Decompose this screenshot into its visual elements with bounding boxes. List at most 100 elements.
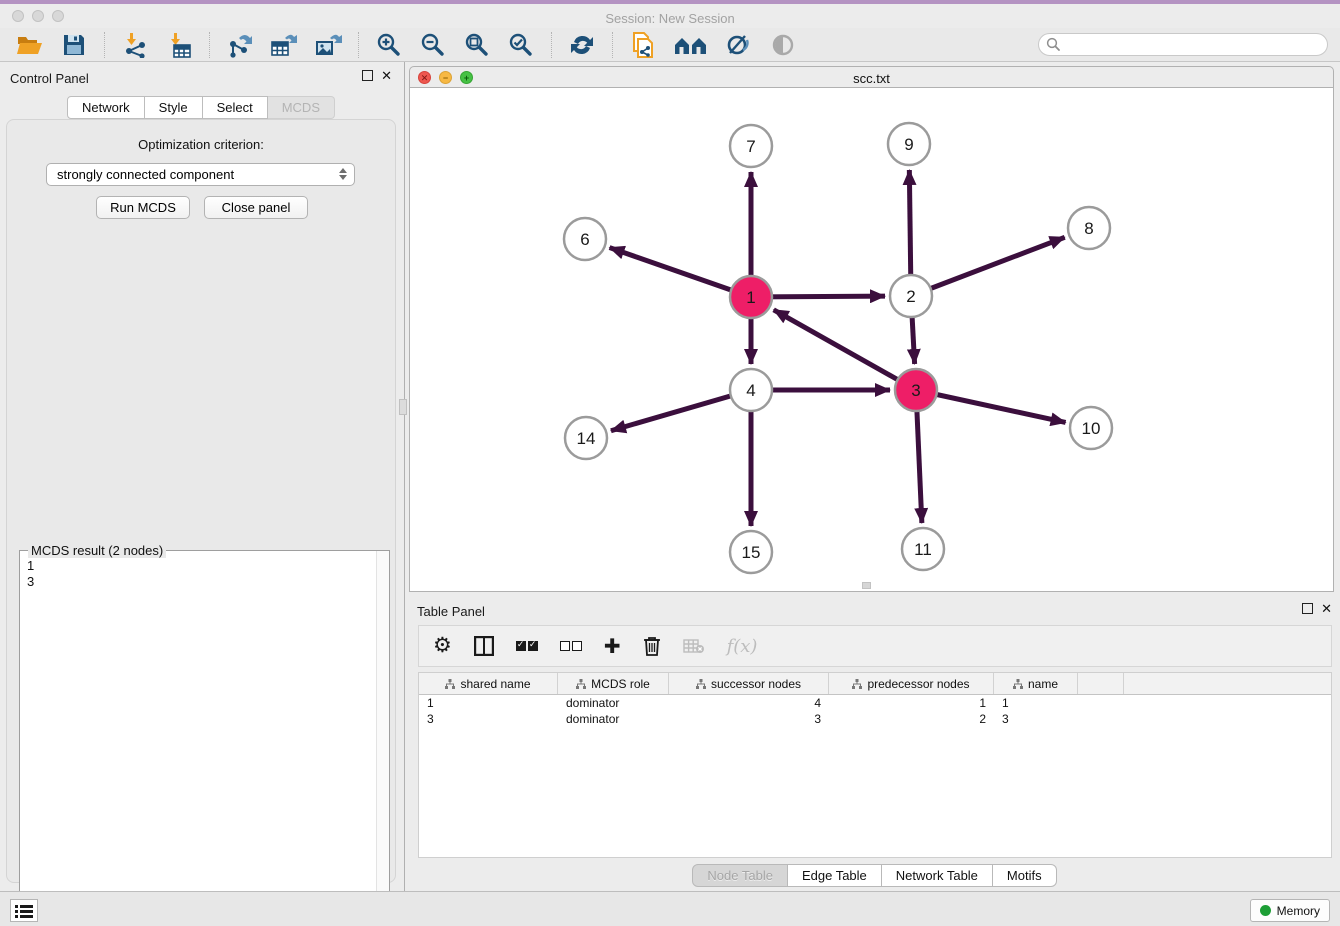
table-panel-title: Table Panel [417, 604, 485, 619]
add-column-icon[interactable]: ✚ [604, 634, 621, 659]
dropdown-value: strongly connected component [57, 167, 234, 182]
column-header-predecessor-nodes[interactable]: predecessor nodes [829, 673, 994, 694]
graph-node-2[interactable]: 2 [890, 275, 932, 317]
toggle-panel-layout-icon[interactable] [474, 636, 494, 656]
memory-button[interactable]: Memory [1250, 899, 1330, 922]
table-cell[interactable]: 4 [669, 695, 829, 711]
zoom-in-icon[interactable] [374, 31, 404, 59]
panel-splitter-handle[interactable] [399, 399, 407, 415]
toolbar-separator [358, 32, 359, 58]
control-panel-title: Control Panel [10, 71, 89, 86]
graph-node-10[interactable]: 10 [1070, 407, 1112, 449]
column-header-MCDS-role[interactable]: MCDS role [558, 673, 669, 694]
table-cell[interactable]: 3 [994, 711, 1078, 727]
table-cell[interactable]: 1 [829, 695, 994, 711]
zoom-fit-icon[interactable] [462, 31, 492, 59]
network-canvas[interactable]: 7 9 6 8 1 2 4 3 14 10 15 11 [409, 88, 1334, 592]
graph-node-label: 14 [577, 429, 596, 448]
control-panel: Control Panel ✕ Network Style Select MCD… [0, 62, 402, 891]
table-cell[interactable]: 1 [419, 695, 558, 711]
result-scrollbar[interactable] [376, 551, 389, 926]
graph-edge-3-10[interactable] [916, 390, 1066, 422]
graph-node-9[interactable]: 9 [888, 123, 930, 165]
zoom-out-icon[interactable] [418, 31, 448, 59]
save-session-icon[interactable] [59, 31, 89, 59]
tab-network-table[interactable]: Network Table [882, 864, 993, 887]
search-box[interactable] [1038, 33, 1328, 56]
run-mcds-button[interactable]: Run MCDS [96, 196, 190, 219]
graph-edge-3-1[interactable] [774, 310, 916, 390]
panel-splitter[interactable] [404, 62, 405, 891]
graph-node-label: 8 [1084, 219, 1093, 238]
column-header-successor-nodes[interactable]: successor nodes [669, 673, 829, 694]
tab-motifs[interactable]: Motifs [993, 864, 1057, 887]
optimization-criterion-label: Optimization criterion: [7, 137, 395, 152]
graph-node-3[interactable]: 3 [895, 369, 937, 411]
tab-network[interactable]: Network [67, 96, 145, 119]
window-titlebar[interactable]: Session: New Session [0, 4, 1340, 28]
apply-style-icon[interactable] [724, 31, 754, 59]
hide-selected-icon[interactable] [768, 31, 798, 59]
graph-node-label: 2 [906, 287, 915, 306]
select-all-icon[interactable] [516, 641, 538, 651]
tab-edge-table[interactable]: Edge Table [788, 864, 882, 887]
graph-node-7[interactable]: 7 [730, 125, 772, 167]
search-input[interactable] [1061, 36, 1327, 54]
graph-node-1[interactable]: 1 [730, 276, 772, 318]
graph-node-14[interactable]: 14 [565, 417, 607, 459]
table-row[interactable]: 3dominator323 [419, 711, 1331, 727]
close-table-panel-icon[interactable]: ✕ [1321, 603, 1332, 614]
tab-mcds[interactable]: MCDS [268, 96, 335, 119]
list-icon [15, 904, 33, 918]
export-table-icon[interactable] [269, 31, 299, 59]
graph-edge-1-6[interactable] [610, 248, 751, 297]
attribute-icon [445, 679, 455, 689]
table-cell[interactable]: 2 [829, 711, 994, 727]
graph-edge-2-8[interactable] [911, 237, 1065, 296]
column-header-shared-name[interactable]: shared name [419, 673, 558, 694]
optimization-criterion-dropdown[interactable]: strongly connected component [46, 163, 355, 186]
float-table-panel-icon[interactable] [1302, 603, 1313, 614]
close-panel-button[interactable]: Close panel [204, 196, 308, 219]
table-row[interactable]: 1dominator411 [419, 695, 1331, 711]
export-image-icon[interactable] [313, 31, 343, 59]
tab-style[interactable]: Style [145, 96, 203, 119]
graph-node-label: 4 [746, 381, 755, 400]
show-all-networks-icon[interactable] [672, 31, 710, 59]
graph-node-15[interactable]: 15 [730, 531, 772, 573]
clone-network-icon[interactable] [628, 31, 658, 59]
network-resize-handle[interactable] [862, 582, 871, 589]
tab-select[interactable]: Select [203, 96, 268, 119]
column-header-name[interactable]: name [994, 673, 1078, 694]
table-cell[interactable]: 3 [419, 711, 558, 727]
close-panel-icon[interactable]: ✕ [381, 70, 392, 81]
control-panel-tabs: Network Style Select MCDS [0, 96, 402, 119]
table-cell[interactable]: dominator [558, 695, 669, 711]
table-cell[interactable]: dominator [558, 711, 669, 727]
network-window-titlebar[interactable]: ✕ − + scc.txt [409, 66, 1334, 88]
table-cell[interactable]: 1 [994, 695, 1078, 711]
graph-node-8[interactable]: 8 [1068, 207, 1110, 249]
import-network-icon[interactable] [120, 31, 150, 59]
delete-column-icon[interactable] [643, 636, 661, 656]
function-builder-icon[interactable]: f(x) [727, 636, 758, 657]
column-settings-icon[interactable]: ⚙ [433, 636, 452, 656]
graph-node-4[interactable]: 4 [730, 369, 772, 411]
tab-node-table[interactable]: Node Table [692, 864, 788, 887]
delete-table-icon[interactable] [683, 638, 705, 654]
table-header-row: shared nameMCDS rolesuccessor nodesprede… [419, 673, 1331, 695]
deselect-all-icon[interactable] [560, 641, 582, 651]
open-file-icon[interactable] [15, 31, 45, 59]
status-bar: Memory [0, 891, 1340, 926]
import-table-icon[interactable] [164, 31, 194, 59]
zoom-selected-icon[interactable] [506, 31, 536, 59]
export-network-icon[interactable] [225, 31, 255, 59]
task-history-button[interactable] [10, 899, 38, 922]
graph-node-6[interactable]: 6 [564, 218, 606, 260]
graph-node-11[interactable]: 11 [902, 528, 944, 570]
float-panel-icon[interactable] [362, 70, 373, 81]
apply-layout-icon[interactable] [567, 31, 597, 59]
attribute-icon [1013, 679, 1023, 689]
memory-status-icon [1260, 905, 1271, 916]
table-cell[interactable]: 3 [669, 711, 829, 727]
